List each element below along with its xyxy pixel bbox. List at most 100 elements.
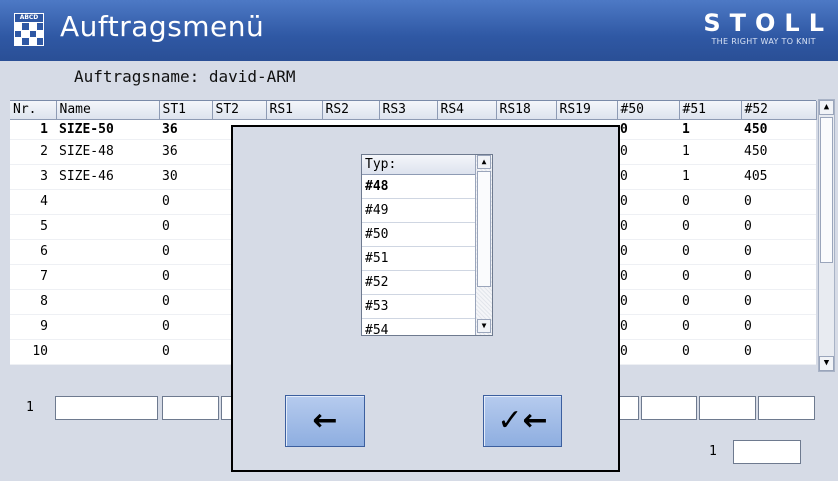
type-option[interactable]: #48 — [362, 175, 475, 199]
cell-52: 0 — [741, 264, 816, 290]
cell-st1: 36 — [159, 119, 212, 140]
type-listbox[interactable]: Typ: #48 #49 #50 #51 #52 #53 #54 ▲ ▼ — [361, 154, 493, 336]
column-header[interactable]: RS3 — [379, 101, 438, 120]
row-number: 8 — [10, 289, 56, 315]
edit-name-field[interactable] — [55, 396, 158, 420]
edit-st1-field[interactable] — [162, 396, 219, 420]
cell-name — [56, 289, 159, 315]
cell-name: SIZE-48 — [56, 139, 159, 165]
scroll-thumb[interactable] — [820, 117, 833, 263]
list-scroll-thumb[interactable] — [477, 171, 491, 287]
edit-rs19-field[interactable] — [617, 396, 639, 420]
cell-name — [56, 264, 159, 290]
row-number: 3 — [10, 164, 56, 190]
listbox-header: Typ: — [362, 155, 475, 175]
column-header[interactable]: RS4 — [437, 101, 497, 120]
page-number-field[interactable] — [733, 440, 801, 464]
listbox-scrollbar[interactable]: ▲ ▼ — [475, 155, 492, 335]
check-back-icon: ✓← — [497, 403, 548, 438]
page-number-label: 1 — [709, 444, 717, 459]
cell-51: 1 — [679, 139, 741, 165]
brand-tagline: THE RIGHT WAY TO KNIT — [711, 37, 816, 46]
scroll-down-arrow-icon[interactable]: ▼ — [819, 356, 834, 371]
cell-name: SIZE-50 — [56, 119, 159, 140]
order-name-label: Auftragsname: david-ARM — [74, 67, 296, 86]
row-number: 9 — [10, 314, 56, 340]
cell-50: 0 — [617, 214, 679, 240]
column-header[interactable]: RS18 — [496, 101, 557, 120]
cell-52: 0 — [741, 289, 816, 315]
cell-st1: 0 — [159, 264, 212, 290]
cell-name: SIZE-46 — [56, 164, 159, 190]
cell-52: 450 — [741, 119, 816, 140]
column-header[interactable]: Name — [56, 101, 160, 120]
column-header[interactable]: #51 — [679, 101, 742, 120]
type-selection-dialog: Typ: #48 #49 #50 #51 #52 #53 #54 ▲ ▼ ← ✓← — [231, 125, 620, 472]
cell-st1: 0 — [159, 289, 212, 315]
list-scroll-up-icon[interactable]: ▲ — [477, 155, 491, 169]
cell-52: 0 — [741, 189, 816, 215]
row-number: 4 — [10, 189, 56, 215]
cell-name — [56, 189, 159, 215]
cell-50: 0 — [617, 264, 679, 290]
icon-label: ABCD — [15, 14, 43, 22]
cell-st1: 0 — [159, 189, 212, 215]
type-option[interactable]: #50 — [362, 223, 475, 247]
cell-51: 0 — [679, 189, 741, 215]
column-header[interactable]: RS1 — [266, 101, 323, 120]
cell-50: 0 — [617, 239, 679, 265]
list-scroll-down-icon[interactable]: ▼ — [477, 319, 491, 333]
cell-51: 0 — [679, 214, 741, 240]
cell-52: 0 — [741, 339, 816, 365]
cell-50: 0 — [617, 119, 679, 140]
cell-50: 0 — [617, 164, 679, 190]
cell-name — [56, 214, 159, 240]
scroll-up-arrow-icon[interactable]: ▲ — [819, 100, 834, 115]
cell-52: 0 — [741, 214, 816, 240]
cell-st1: 36 — [159, 139, 212, 165]
type-option[interactable]: #54 — [362, 319, 475, 335]
cell-52: 0 — [741, 314, 816, 340]
cell-51: 0 — [679, 289, 741, 315]
cell-50: 0 — [617, 289, 679, 315]
row-number: 5 — [10, 214, 56, 240]
cell-51: 0 — [679, 339, 741, 365]
column-header[interactable]: #50 — [617, 101, 680, 120]
order-grid-icon: ABCD — [14, 13, 44, 46]
cell-50: 0 — [617, 139, 679, 165]
cell-st1: 30 — [159, 164, 212, 190]
column-header[interactable]: RS19 — [556, 101, 618, 120]
cell-st1: 0 — [159, 214, 212, 240]
type-option[interactable]: #49 — [362, 199, 475, 223]
back-button[interactable]: ← — [285, 395, 365, 447]
cell-name — [56, 239, 159, 265]
column-header[interactable]: Nr. — [10, 101, 57, 120]
table-header: Nr. Name ST1 ST2 RS1 RS2 RS3 RS4 RS18 RS19 #50 #51 #… — [10, 101, 817, 120]
cell-st1: 0 — [159, 339, 212, 365]
column-header[interactable]: ST1 — [159, 101, 213, 120]
row-number: 1 — [10, 119, 56, 140]
type-option[interactable]: #52 — [362, 271, 475, 295]
edit-50-field[interactable] — [641, 396, 697, 420]
column-header[interactable]: #52 — [741, 101, 817, 120]
type-option[interactable]: #53 — [362, 295, 475, 319]
cell-51: 0 — [679, 239, 741, 265]
table-scrollbar[interactable]: ▲ ▼ — [818, 99, 835, 372]
cell-52: 405 — [741, 164, 816, 190]
row-number: 6 — [10, 239, 56, 265]
cell-51: 0 — [679, 264, 741, 290]
type-option[interactable]: #51 — [362, 247, 475, 271]
edit-52-field[interactable] — [758, 396, 815, 420]
cell-51: 0 — [679, 314, 741, 340]
cell-st1: 0 — [159, 239, 212, 265]
cell-st1: 0 — [159, 314, 212, 340]
column-header[interactable]: RS2 — [322, 101, 380, 120]
arrow-left-icon: ← — [312, 403, 338, 438]
edit-51-field[interactable] — [699, 396, 756, 420]
column-header[interactable]: ST2 — [212, 101, 267, 120]
row-number: 2 — [10, 139, 56, 165]
cell-52: 0 — [741, 239, 816, 265]
brand-name: STOLL — [703, 9, 833, 37]
title-bar: ABCD Auftragsmenü STOLL THE RIGHT WAY TO… — [0, 0, 838, 61]
confirm-button[interactable]: ✓← — [483, 395, 562, 447]
